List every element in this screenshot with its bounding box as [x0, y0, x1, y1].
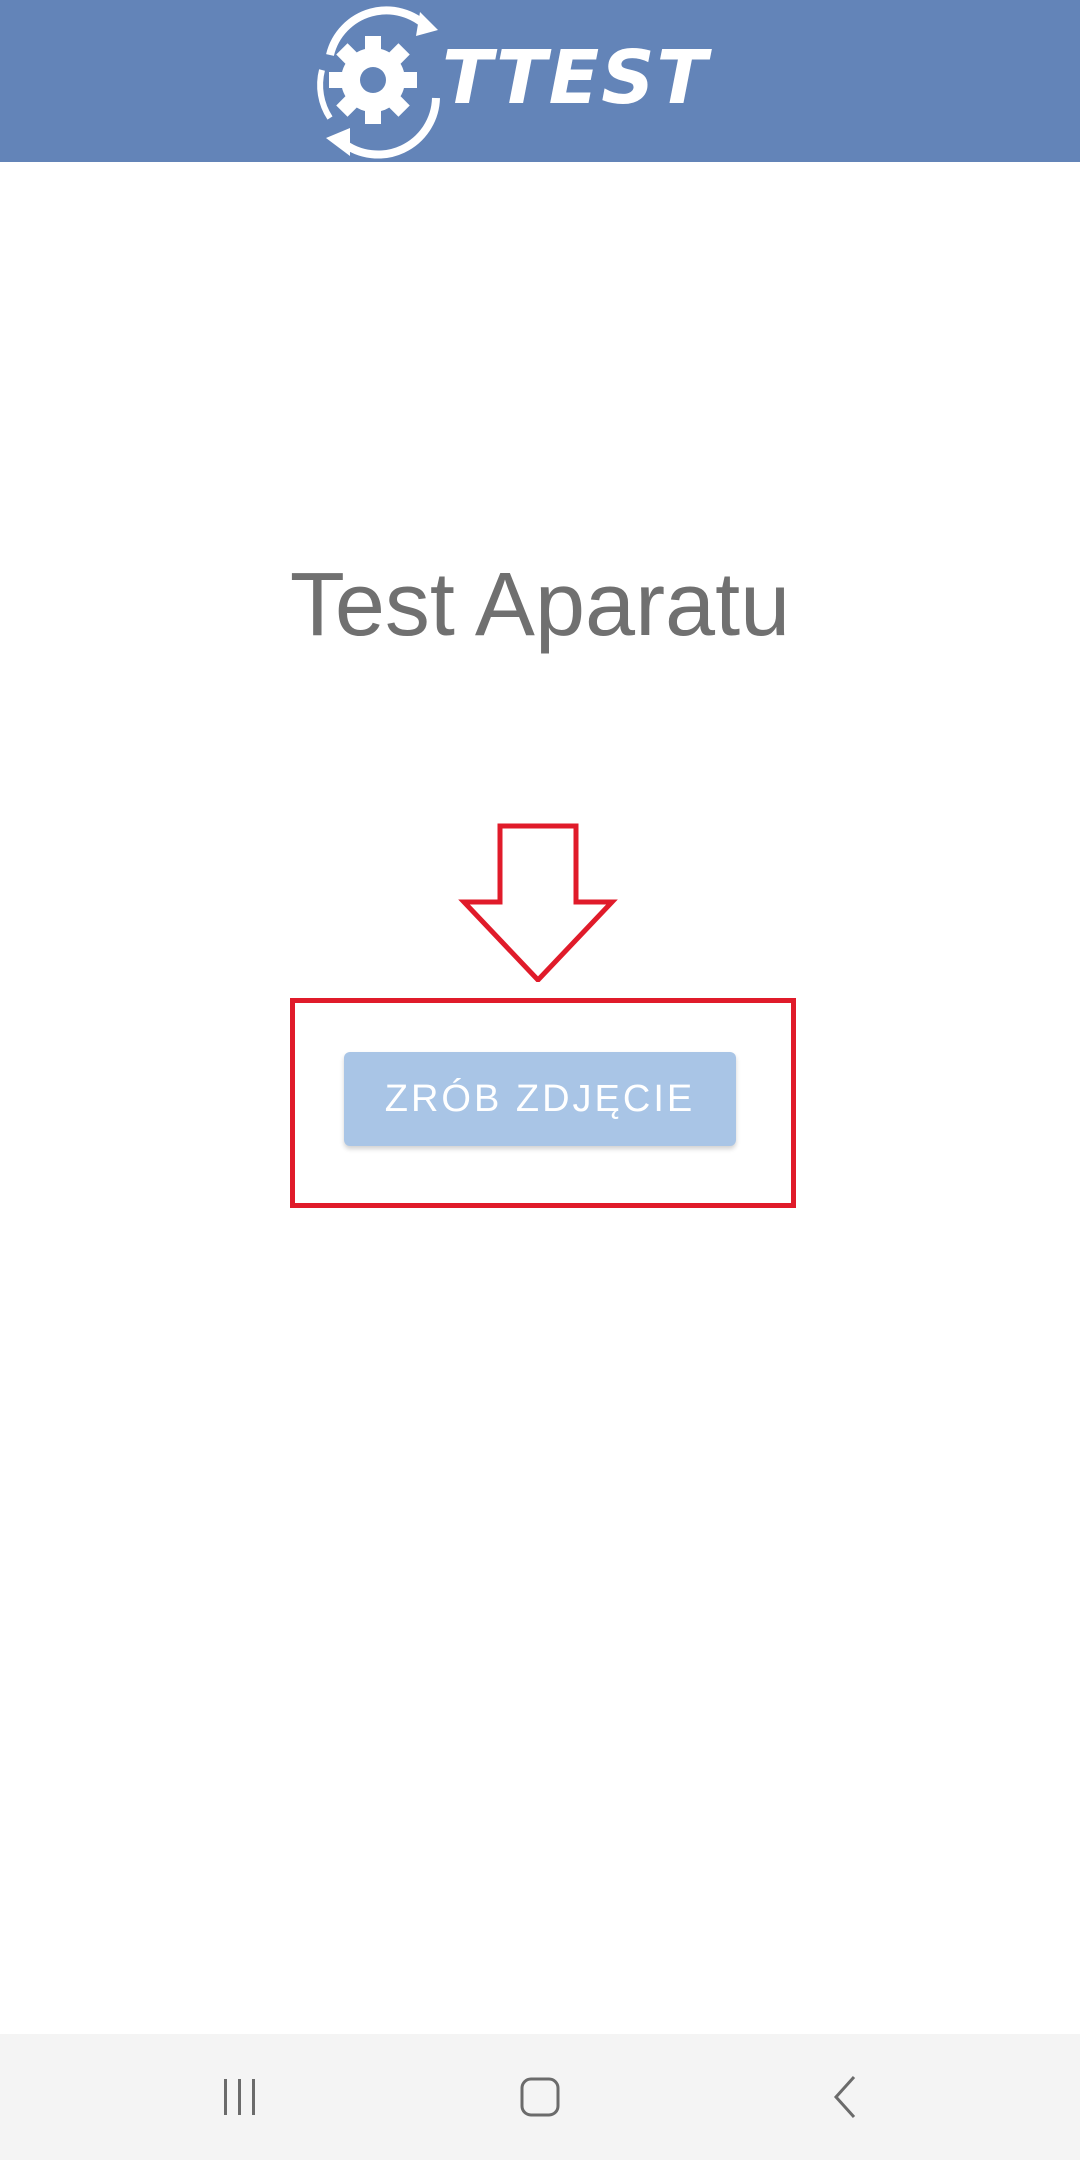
home-button[interactable] — [470, 2034, 610, 2160]
gear-refresh-icon — [317, 6, 440, 159]
back-icon — [833, 2075, 856, 2119]
logo-text: TTEST — [442, 35, 709, 121]
down-arrow-icon — [458, 823, 618, 982]
home-icon — [520, 2077, 560, 2117]
app-header: TTEST — [0, 0, 1080, 162]
app-screen: TTEST Test Aparatu ZRÓB ZDJĘCIE — [0, 0, 1080, 2160]
back-button[interactable] — [776, 2034, 916, 2160]
app-logo: TTEST — [300, 0, 780, 162]
recents-button[interactable] — [170, 2034, 310, 2160]
page-title: Test Aparatu — [289, 555, 791, 655]
take-photo-button[interactable]: ZRÓB ZDJĘCIE — [344, 1052, 736, 1146]
system-nav-bar — [0, 2034, 1080, 2160]
recents-icon — [224, 2079, 255, 2115]
